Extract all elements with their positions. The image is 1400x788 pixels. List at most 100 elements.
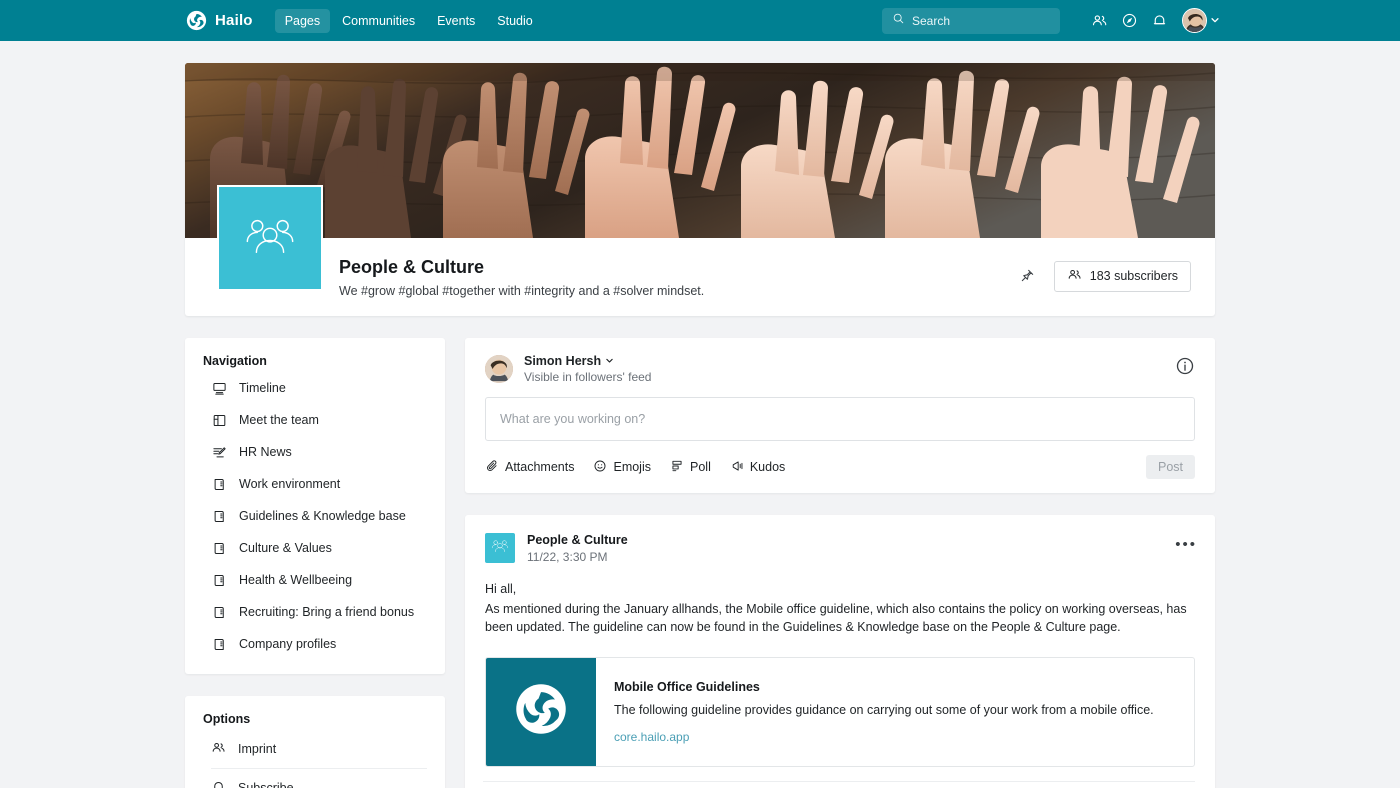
- sidebar: Navigation Timeline Meet the team HR New…: [185, 338, 445, 788]
- feed-post: People & Culture 11/22, 3:30 PM ••• Hi a…: [465, 515, 1215, 788]
- avatar: [485, 355, 513, 383]
- sidebar-item-culture-values[interactable]: Culture & Values: [185, 532, 445, 564]
- sidebar-item-label: HR News: [239, 445, 292, 459]
- page-header: People & Culture We #grow #global #toget…: [185, 185, 1215, 316]
- option-item-subscribe[interactable]: Subscribe: [211, 769, 427, 788]
- sidebar-item-timeline[interactable]: Timeline: [185, 372, 445, 404]
- group-people-icon: [490, 536, 510, 561]
- timeline-icon: [211, 380, 227, 396]
- emojis-button[interactable]: Emojis: [593, 459, 651, 476]
- kudos-button[interactable]: Kudos: [730, 459, 785, 476]
- link-preview-card[interactable]: Mobile Office Guidelines The following g…: [485, 656, 1195, 767]
- composer-textarea[interactable]: What are you working on?: [485, 397, 1195, 441]
- book-icon: [211, 636, 227, 652]
- bell-icon[interactable]: [1144, 6, 1174, 36]
- link-preview-description: The following guideline provides guidanc…: [614, 702, 1154, 717]
- page-tagline: We #grow #global #together with #integri…: [339, 284, 705, 299]
- layout-icon: [211, 412, 227, 428]
- post-action-bar: Like Share: [483, 780, 1195, 788]
- poll-button[interactable]: Poll: [670, 459, 711, 476]
- paperclip-icon: [485, 459, 499, 476]
- ellipsis-icon[interactable]: •••: [1175, 537, 1197, 552]
- search-input[interactable]: Search: [882, 7, 1060, 34]
- tool-label: Poll: [690, 460, 711, 474]
- option-item-imprint[interactable]: Imprint: [211, 730, 427, 769]
- sidebar-item-meet-the-team[interactable]: Meet the team: [185, 404, 445, 436]
- sidebar-item-work-environment[interactable]: Work environment: [185, 468, 445, 500]
- post-content: Hi all, As mentioned during the January …: [485, 580, 1195, 637]
- subscribers-button[interactable]: 183 subscribers: [1053, 260, 1191, 292]
- option-item-label: Subscribe: [238, 781, 294, 788]
- post-author-name[interactable]: People & Culture: [527, 533, 628, 547]
- link-preview-url[interactable]: core.hailo.app: [614, 730, 1154, 744]
- sidebar-item-label: Guidelines & Knowledge base: [239, 509, 406, 523]
- smiley-icon: [593, 459, 607, 476]
- page-title: People & Culture: [339, 256, 485, 277]
- sidebar-item-label: Company profiles: [239, 637, 337, 651]
- people-icon: [1067, 267, 1082, 285]
- sidebar-item-label: Health & Wellbeeing: [239, 573, 353, 587]
- sidebar-item-label: Work environment: [239, 477, 341, 491]
- sidebar-item-guidelines-knowledge-base[interactable]: Guidelines & Knowledge base: [185, 500, 445, 532]
- book-icon: [211, 572, 227, 588]
- hailo-logo-icon: [514, 682, 568, 741]
- avatar: [1182, 8, 1207, 33]
- book-icon: [211, 476, 227, 492]
- news-edit-icon: [211, 444, 227, 460]
- group-people-icon: [241, 207, 299, 270]
- post-button[interactable]: Post: [1145, 455, 1195, 479]
- sidebar-item-label: Culture & Values: [239, 541, 332, 555]
- link-preview-thumbnail: [486, 657, 596, 766]
- hailo-logo-icon: [186, 10, 207, 31]
- composer-placeholder: What are you working on?: [500, 412, 646, 426]
- composer-author-menu[interactable]: Simon Hersh: [524, 354, 651, 368]
- post-timestamp: 11/22, 3:30 PM: [527, 550, 608, 564]
- top-navbar: Hailo Pages Communities Events Studio Se…: [0, 0, 1400, 41]
- sidebar-item-label: Meet the team: [239, 413, 319, 427]
- post-line-1: Hi all,: [485, 582, 517, 596]
- nav-link-pages[interactable]: Pages: [274, 8, 331, 33]
- sidebar-item-label: Recruiting: Bring a friend bonus: [239, 605, 415, 619]
- nav-link-events[interactable]: Events: [427, 9, 485, 33]
- hero-banner-image: [185, 63, 1215, 238]
- tool-label: Kudos: [749, 460, 786, 474]
- brand-name: Hailo: [215, 12, 253, 29]
- post-line-2: As mentioned during the January allhands…: [485, 601, 1187, 635]
- people-icon: [211, 740, 226, 758]
- info-icon[interactable]: [1175, 356, 1197, 378]
- option-item-label: Imprint: [238, 742, 277, 756]
- nav-link-studio[interactable]: Studio: [487, 9, 542, 33]
- people-icon[interactable]: [1084, 6, 1114, 36]
- post-composer: Simon Hersh Visible in followers' feed W…: [465, 338, 1215, 493]
- search-icon: [892, 12, 905, 30]
- tool-label: Emojis: [613, 460, 651, 474]
- sidebar-item-health-wellbeeing[interactable]: Health & Wellbeeing: [185, 564, 445, 596]
- composer-author-name: Simon Hersh: [524, 354, 602, 368]
- options-panel: Options Imprint Subscribe: [185, 696, 445, 788]
- page-hero-card: People & Culture We #grow #global #toget…: [185, 63, 1215, 316]
- megaphone-icon: [730, 459, 744, 476]
- compass-icon[interactable]: [1114, 6, 1144, 36]
- link-preview-title: Mobile Office Guidelines: [614, 679, 760, 694]
- sidebar-item-recruiting-bring-a-friend-bonus[interactable]: Recruiting: Bring a friend bonus: [185, 596, 445, 628]
- navigation-title: Navigation: [203, 354, 267, 368]
- navbar-right: Search: [882, 6, 1220, 36]
- pin-icon[interactable]: [1014, 263, 1040, 289]
- feed-column: Simon Hersh Visible in followers' feed W…: [465, 338, 1215, 788]
- tool-label: Attachments: [505, 460, 575, 474]
- nav-link-communities[interactable]: Communities: [332, 9, 425, 33]
- search-placeholder: Search: [912, 13, 951, 28]
- sidebar-item-hr-news[interactable]: HR News: [185, 436, 445, 468]
- chevron-down-icon: [1210, 12, 1220, 30]
- book-icon: [211, 604, 227, 620]
- subscribers-count-label: 183 subscribers: [1089, 269, 1178, 283]
- navigation-panel: Navigation Timeline Meet the team HR New…: [185, 338, 445, 674]
- page-body: People & Culture We #grow #global #toget…: [0, 41, 1400, 788]
- attachments-button[interactable]: Attachments: [485, 459, 574, 476]
- bell-icon: [211, 779, 226, 788]
- user-menu[interactable]: [1182, 8, 1220, 33]
- sidebar-item-company-profiles[interactable]: Company profiles: [185, 628, 445, 660]
- brand-logo[interactable]: Hailo: [186, 10, 253, 31]
- sidebar-item-label: Timeline: [239, 381, 286, 395]
- book-icon: [211, 540, 227, 556]
